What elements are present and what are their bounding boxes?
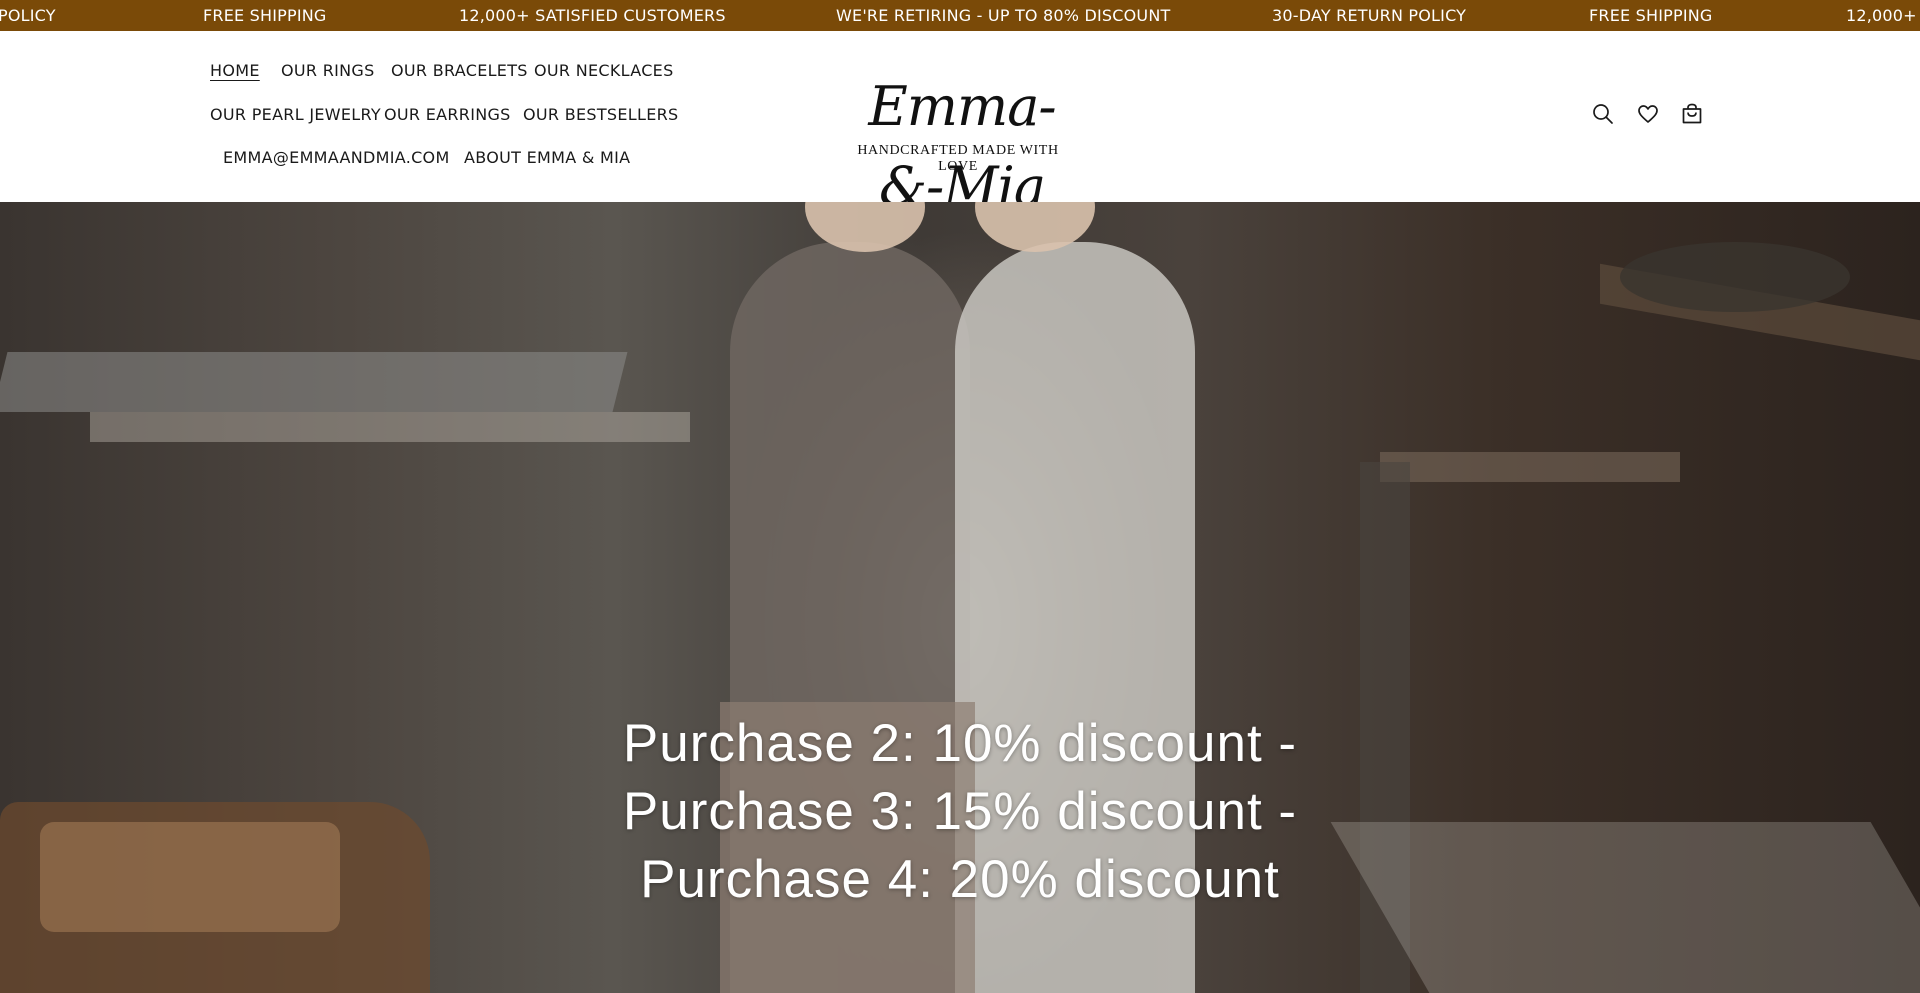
heart-icon[interactable] bbox=[1635, 101, 1661, 127]
site-header: HOME OUR RINGS OUR BRACELETS OUR NECKLAC… bbox=[0, 31, 1920, 218]
nav-email[interactable]: EMMA@EMMAANDMIA.COM bbox=[223, 148, 450, 167]
logo-script: Emma-&-Mia bbox=[868, 75, 1056, 218]
announcement-item: FREE SHIPPING bbox=[1589, 6, 1713, 25]
hero-line-3: Purchase 4: 20% discount bbox=[640, 850, 1280, 909]
logo-tagline: HANDCRAFTED MADE WITH LOVE bbox=[857, 143, 1059, 174]
announcement-item: FREE SHIPPING bbox=[203, 6, 327, 25]
nav-home[interactable]: HOME bbox=[210, 61, 260, 80]
hero-banner: Purchase 2: 10% discount - Purchase 3: 1… bbox=[0, 202, 1920, 993]
announcement-item: WE'RE RETIRING - UP TO 80% DISCOUNT bbox=[836, 6, 1171, 25]
announcement-item: 12,000+ SATISFIED CUSTOMERS bbox=[459, 6, 726, 25]
site-logo[interactable]: Emma-&-Mia HANDCRAFTED MADE WITH LOVE bbox=[836, 67, 1086, 218]
announcement-bar: POLICY FREE SHIPPING 12,000+ SATISFIED C… bbox=[0, 0, 1920, 31]
nav-necklaces[interactable]: OUR NECKLACES bbox=[534, 61, 674, 80]
nav-bracelets[interactable]: OUR BRACELETS bbox=[391, 61, 528, 80]
nav-pearl-jewelry[interactable]: OUR PEARL JEWELRY bbox=[210, 105, 381, 124]
cart-icon[interactable] bbox=[1679, 101, 1705, 127]
search-icon[interactable] bbox=[1590, 101, 1616, 127]
nav-earrings[interactable]: OUR EARRINGS bbox=[384, 105, 511, 124]
nav-bestsellers[interactable]: OUR BESTSELLERS bbox=[523, 105, 679, 124]
hero-line-2: Purchase 3: 15% discount - bbox=[622, 782, 1298, 841]
hero-line-1: Purchase 2: 10% discount - bbox=[622, 714, 1298, 773]
nav-rings[interactable]: OUR RINGS bbox=[281, 61, 375, 80]
hero-heading: Purchase 2: 10% discount - Purchase 3: 1… bbox=[560, 710, 1360, 914]
nav-about[interactable]: ABOUT EMMA & MIA bbox=[464, 148, 630, 167]
announcement-item: 12,000+ S... bbox=[1846, 6, 1920, 25]
announcement-item: POLICY bbox=[0, 6, 56, 25]
announcement-item: 30-DAY RETURN POLICY bbox=[1272, 6, 1467, 25]
